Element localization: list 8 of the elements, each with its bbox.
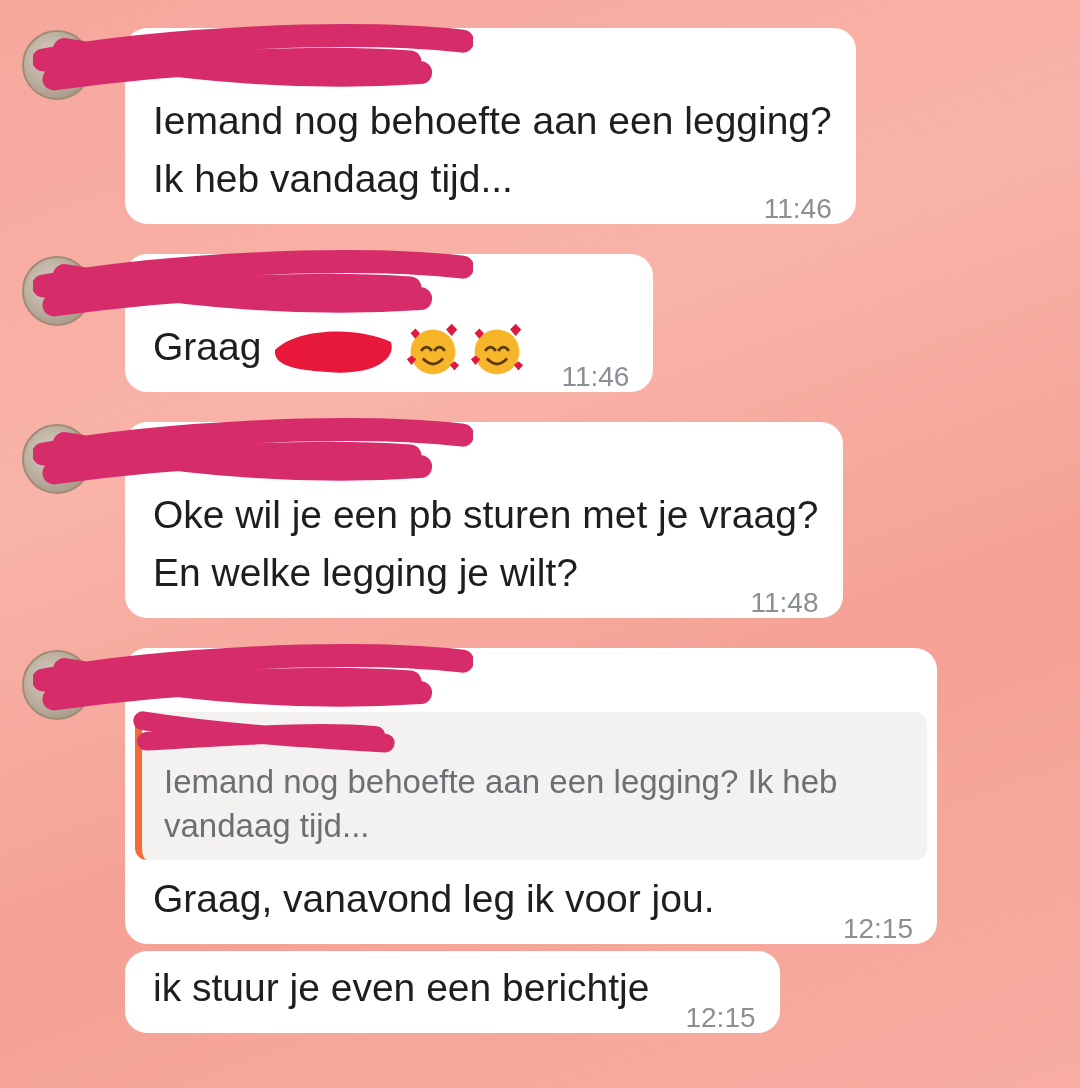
message-time: 11:46 [561, 362, 630, 392]
message-text: ik stuur je even een berichtje [153, 966, 650, 1009]
message-time: 12:15 [842, 914, 913, 944]
quoted-text: Iemand nog behoefte aan een legging? Ik heb vandaag tijd... [164, 762, 839, 846]
message-time: 12:15 [685, 1003, 756, 1033]
quoted-message[interactable]: Iemand nog behoefte aan een legging? Ik heb vandaag tijd... [135, 712, 927, 860]
message-text: Graag, vanavond leg ik voor jou. [153, 877, 715, 920]
message-text: Graag [153, 325, 262, 368]
